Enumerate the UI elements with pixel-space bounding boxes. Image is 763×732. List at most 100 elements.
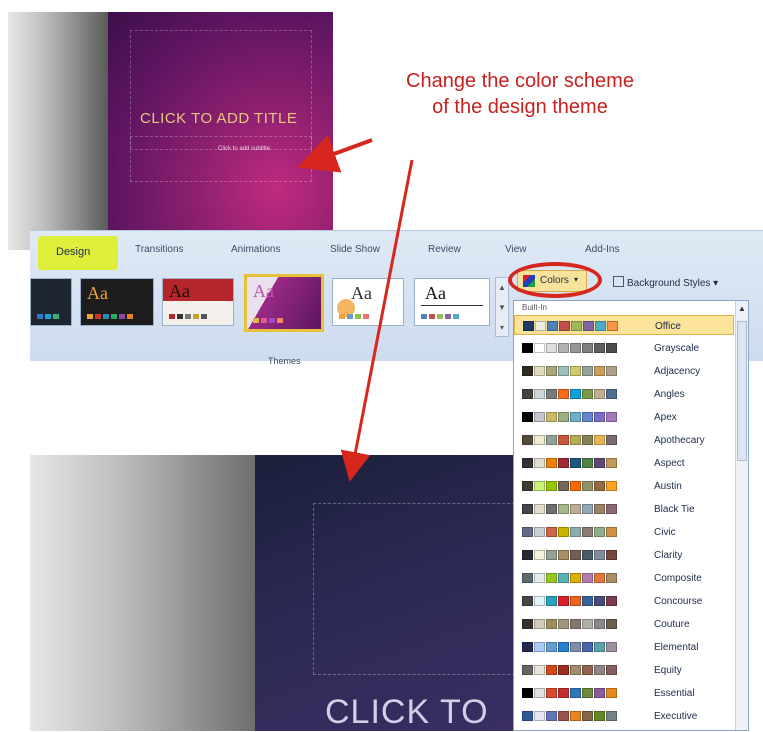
color-swatch [558,688,569,698]
color-scheme-name: Equity [654,665,682,676]
theme-thumbnail-text: Aa [351,283,372,303]
color-scheme-item[interactable]: Austin [514,476,734,496]
color-swatch [547,321,558,331]
theme-thumbnail[interactable]: Aa [80,278,154,326]
color-scheme-item[interactable]: Aspect [514,453,734,473]
color-swatch [546,688,557,698]
color-scheme-item[interactable]: Clarity [514,545,734,565]
color-swatch [594,504,605,514]
color-scheme-item[interactable]: Essential [514,683,734,703]
color-swatch [595,321,606,331]
annotation-line-2: of the design theme [432,96,608,118]
color-swatch [570,573,581,583]
color-swatches [522,527,617,537]
color-swatch [546,504,557,514]
scroll-up-icon[interactable]: ▲ [738,304,746,313]
tab-review[interactable]: Review [428,244,461,255]
color-scheme-item[interactable]: Office [514,315,734,335]
color-scheme-item[interactable]: Concourse [514,591,734,611]
color-swatch [522,458,533,468]
color-scheme-item[interactable]: Equity [514,660,734,680]
color-scheme-name: Essential [654,688,695,699]
color-swatch [594,481,605,491]
color-swatches [522,412,617,422]
tab-view[interactable]: View [505,244,527,255]
color-scheme-name: Grayscale [654,343,700,354]
color-scheme-item[interactable]: Couture [514,614,734,634]
color-swatch [534,596,545,606]
color-swatch [534,366,545,376]
dropdown-scrollbar[interactable]: ▲ [735,301,748,730]
color-scheme-item[interactable]: Elemental [514,637,734,657]
color-swatch [594,527,605,537]
color-scheme-item[interactable]: Apothecary [514,430,734,450]
color-swatch [594,458,605,468]
color-swatches [522,389,617,399]
color-swatch [582,619,593,629]
color-swatch [606,412,617,422]
themes-gallery-scroll[interactable]: ▲ ▼ ▾ [495,277,509,337]
color-swatch [582,458,593,468]
color-swatch [534,458,545,468]
color-swatch [571,321,582,331]
color-swatch [606,619,617,629]
color-scheme-item[interactable]: Composite [514,568,734,588]
color-swatch [594,343,605,353]
color-scheme-item[interactable]: Black Tie [514,499,734,519]
color-swatch [546,573,557,583]
tab-animations[interactable]: Animations [231,244,280,255]
color-swatch [522,481,533,491]
color-scheme-item[interactable]: Grayscale [514,338,734,358]
color-swatch [582,481,593,491]
color-swatch [606,481,617,491]
color-scheme-item[interactable]: Adjacency [514,361,734,381]
color-swatch [546,458,557,468]
color-swatch [570,412,581,422]
color-swatch [559,321,570,331]
tab-slide-show[interactable]: Slide Show [330,244,380,255]
scroll-down-icon[interactable]: ▼ [496,298,508,318]
color-swatch [522,619,533,629]
color-swatch [570,619,581,629]
theme-thumbnail[interactable]: Aa [162,278,234,326]
color-swatch [534,711,545,721]
theme-thumbnail-text: Aa [425,283,446,303]
scroll-up-icon[interactable]: ▲ [496,278,508,298]
color-scheme-item[interactable]: Apex [514,407,734,427]
color-swatch [534,665,545,675]
color-scheme-item[interactable]: Angles [514,384,734,404]
color-swatch [570,688,581,698]
color-scheme-item[interactable]: Civic [514,522,734,542]
color-swatch [570,343,581,353]
color-swatches [522,366,617,376]
theme-thumbnail[interactable]: Aa [414,278,490,326]
top-slide-subtitle: Click to add subtitle [218,146,271,152]
color-scheme-item[interactable]: Executive [514,706,734,726]
color-swatch [570,389,581,399]
theme-thumbnail[interactable]: Aa [332,278,404,326]
tab-add-ins[interactable]: Add-Ins [585,244,619,255]
color-swatch [558,504,569,514]
color-scheme-name: Aspect [654,458,685,469]
scrollbar-thumb[interactable] [737,321,747,461]
background-styles-button[interactable]: Background Styles ▾ [613,276,718,289]
color-swatch [606,343,617,353]
theme-thumbnail[interactable] [30,278,72,326]
color-scheme-name: Composite [654,573,702,584]
color-swatch [570,481,581,491]
color-swatches [522,504,617,514]
more-icon[interactable]: ▾ [496,318,508,338]
color-scheme-name: Clarity [654,550,683,561]
color-swatch [546,711,557,721]
tab-transitions[interactable]: Transitions [135,244,184,255]
color-swatches [522,619,617,629]
color-swatch [594,435,605,445]
theme-thumbnail-selected[interactable]: Aa [244,274,324,332]
color-scheme-name: Angles [654,389,685,400]
slide-canvas[interactable]: CLICK TO [255,455,565,731]
colors-dropdown: Built-In Office Grayscale Adjacency Angles A… [513,300,749,731]
editor-background [30,455,255,731]
color-swatch [606,389,617,399]
color-swatch [522,688,533,698]
color-swatch [558,458,569,468]
